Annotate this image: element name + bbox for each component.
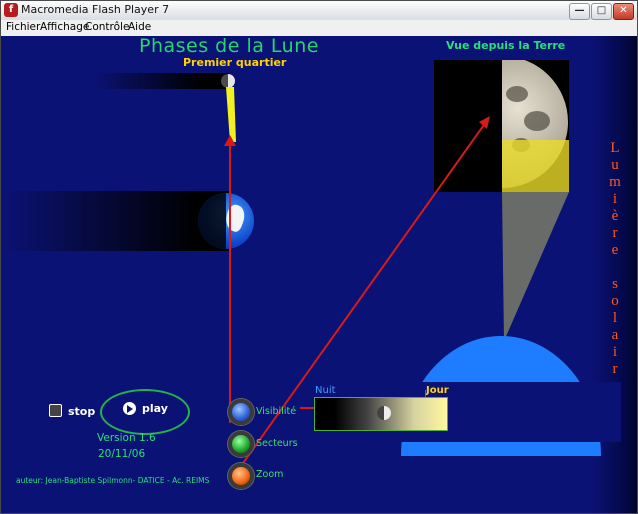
flash-app-icon: f xyxy=(4,3,18,17)
menu-fichier[interactable]: Fichier xyxy=(6,21,40,33)
play-button[interactable]: play xyxy=(123,402,168,415)
maximize-button[interactable]: □ xyxy=(591,3,612,20)
flash-stage[interactable]: L u m i è r e s o l a i r e Phases de la… xyxy=(1,36,637,513)
date-text: 20/11/06 xyxy=(98,448,146,460)
zoom-toggle-button[interactable] xyxy=(228,463,254,489)
stop-button[interactable]: stop xyxy=(49,404,95,418)
play-icon xyxy=(123,402,136,415)
zoom-label: Zoom xyxy=(256,469,284,480)
window-title: Macromedia Flash Player 7 xyxy=(21,3,170,16)
zoom-arrowhead xyxy=(479,116,490,129)
minimize-button[interactable]: — xyxy=(569,3,590,20)
view-cone xyxy=(502,192,569,341)
menu-aide[interactable]: Aide xyxy=(128,21,151,33)
menu-bar: Fichier Affichage Contrôle Aide xyxy=(1,20,637,37)
version-text: Version 1.6 xyxy=(97,432,156,444)
visibility-moon-icon xyxy=(377,406,391,420)
stop-label: stop xyxy=(68,405,96,418)
secteurs-label: Secteurs xyxy=(256,438,298,449)
menu-controle[interactable]: Contrôle xyxy=(85,21,129,33)
flash-player-window: f Macromedia Flash Player 7 — □ ✕ Fichie… xyxy=(0,0,638,514)
stop-icon xyxy=(49,404,62,417)
menu-affichage[interactable]: Affichage xyxy=(40,21,89,33)
author-credit: auteur: Jean-Baptiste Spilmonn- DATICE -… xyxy=(16,476,210,485)
secteurs-toggle-button[interactable] xyxy=(228,431,254,457)
day-label: Jour xyxy=(426,385,449,396)
play-label: play xyxy=(142,402,168,415)
title-bar: f Macromedia Flash Player 7 — □ ✕ xyxy=(1,1,637,21)
close-button[interactable]: ✕ xyxy=(613,3,634,20)
visibilite-label: Visibilité xyxy=(256,406,297,417)
visibilite-toggle-button[interactable] xyxy=(228,399,254,425)
night-label: Nuit xyxy=(315,385,336,396)
yellow-light-ray xyxy=(226,87,236,142)
